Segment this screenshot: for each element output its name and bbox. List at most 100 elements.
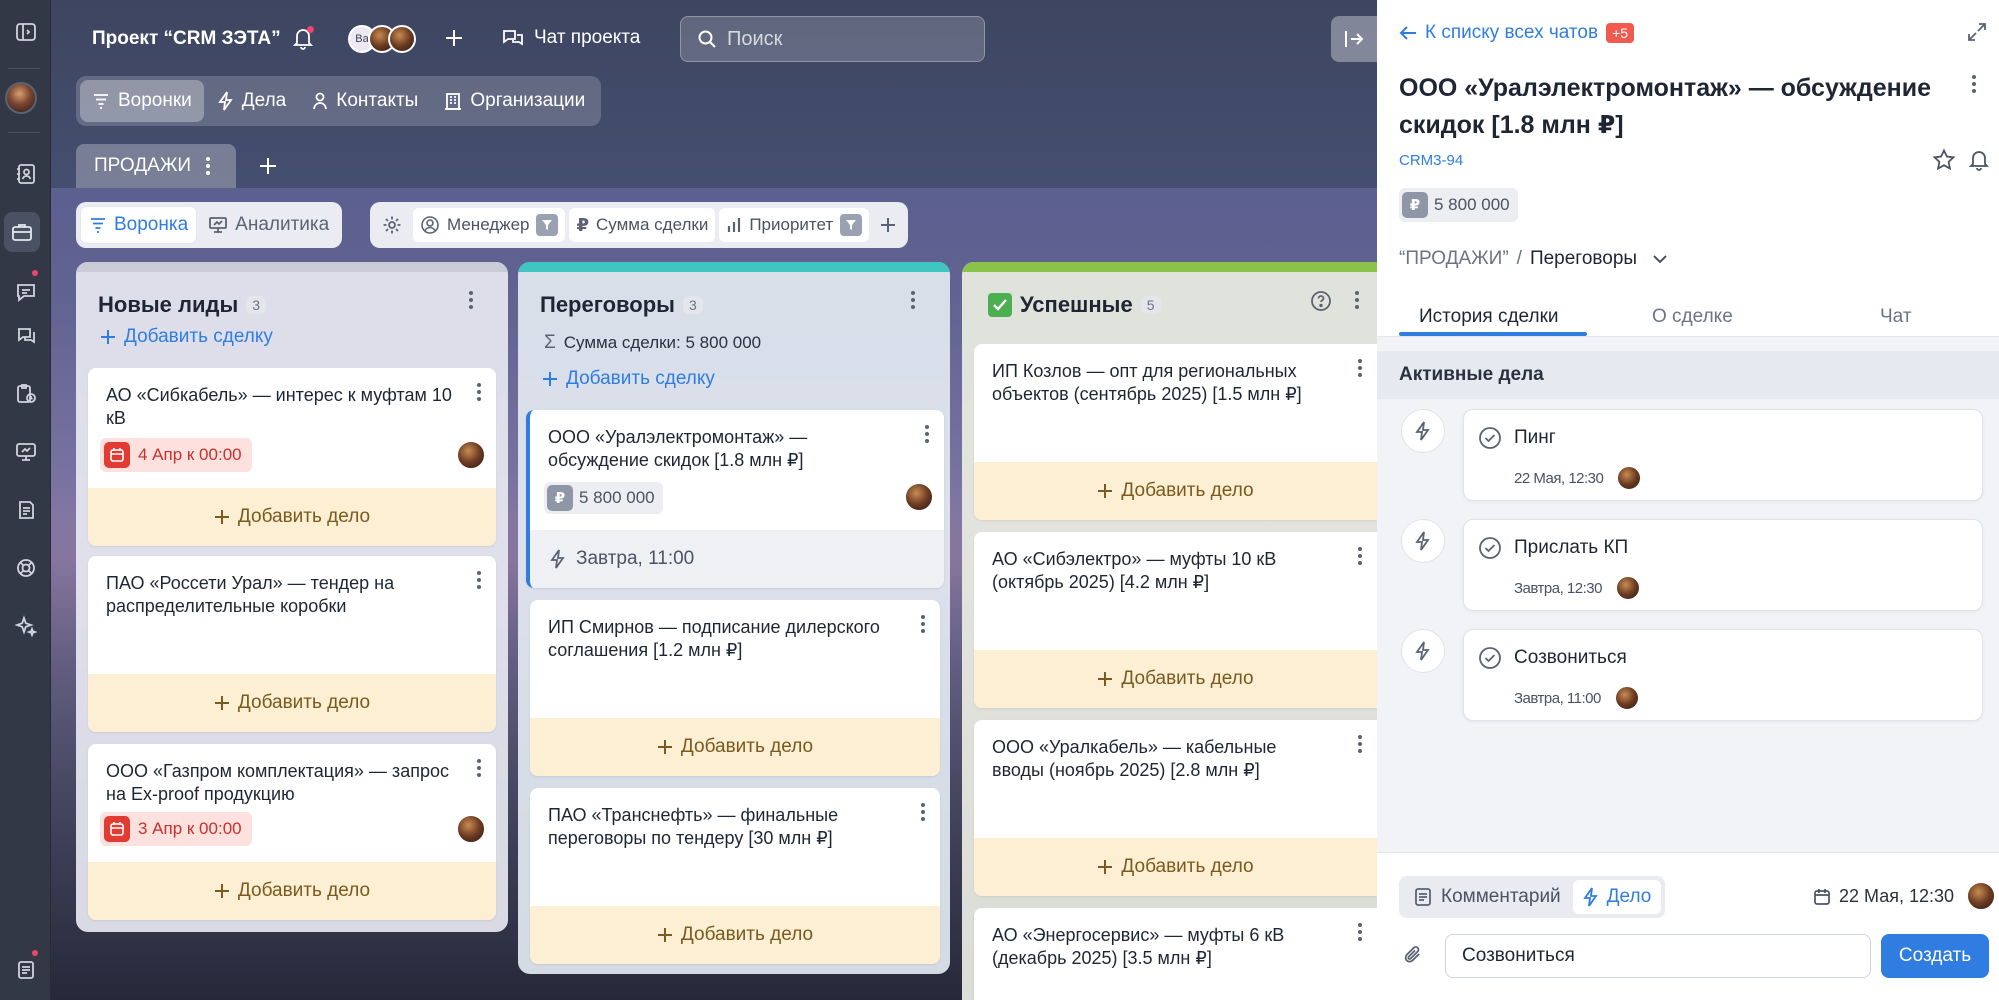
ai-sparkle-icon[interactable] <box>0 606 51 646</box>
project-title[interactable]: Проект “CRM ЗЭТА” <box>92 28 281 50</box>
star-icon[interactable] <box>1932 148 1956 172</box>
filter-icon[interactable] <box>840 214 863 236</box>
deal-card[interactable]: ПАО «Транснефть» — финальные переговоры … <box>530 788 940 964</box>
card-menu-icon[interactable] <box>920 802 926 822</box>
task-input[interactable]: Созвониться <box>1445 934 1871 978</box>
plus-icon <box>214 695 230 711</box>
deal-card[interactable]: ООО «Газпром комплектация» — запрос на E… <box>88 744 496 920</box>
help-icon[interactable] <box>1310 290 1332 312</box>
check-circle-icon[interactable] <box>1478 646 1502 670</box>
bell-icon[interactable] <box>1969 149 1989 171</box>
participants-avatars[interactable]: Ba <box>348 25 416 53</box>
building-icon <box>444 92 462 110</box>
activity-card[interactable]: Созвониться Завтра, 11:00 <box>1463 629 1983 721</box>
more-vertical-icon[interactable] <box>205 156 211 176</box>
card-menu-icon[interactable] <box>924 424 930 444</box>
paperclip-icon[interactable] <box>1403 944 1423 966</box>
filter-priority[interactable]: Приоритет <box>719 208 870 242</box>
project-chat-button[interactable]: Чат проекта <box>502 27 640 49</box>
deal-card[interactable]: ИП Смирнов — подписание дилерского согла… <box>530 600 940 776</box>
tab-chat[interactable]: Чат <box>1880 306 1912 328</box>
card-menu-icon[interactable] <box>1357 922 1363 942</box>
add-task-button[interactable]: Добавить дело <box>88 488 496 546</box>
user-avatar[interactable] <box>5 82 37 114</box>
filters-bar: Менеджер ₽ Сумма сделки Приоритет <box>370 202 909 248</box>
card-menu-icon[interactable] <box>1357 358 1363 378</box>
expand-icon[interactable] <box>1967 22 1987 42</box>
card-menu-icon[interactable] <box>1357 734 1363 754</box>
documents-icon[interactable] <box>0 490 51 530</box>
stage-selector[interactable]: “ПРОДАЖИ” / Переговоры <box>1399 248 1667 270</box>
add-deal-button[interactable]: Добавить сделку <box>100 326 273 348</box>
tab-about-deal[interactable]: О сделке <box>1652 306 1733 328</box>
deal-id-link[interactable]: CRM3-94 <box>1399 152 1463 169</box>
deal-card[interactable]: ИП Козлов — опт для региональных объекто… <box>974 344 1377 520</box>
card-menu-icon[interactable] <box>476 758 482 778</box>
check-circle-icon[interactable] <box>1478 536 1502 560</box>
deals-briefcase-icon[interactable] <box>4 212 40 252</box>
nav-contacts[interactable]: Контакты <box>300 80 430 122</box>
card-menu-icon[interactable] <box>920 614 926 634</box>
search-input[interactable]: Поиск <box>680 16 985 62</box>
mode-task-button[interactable]: Дело <box>1572 880 1662 914</box>
view-funnel-button[interactable]: Воронка <box>81 207 197 243</box>
deal-card-selected[interactable]: ООО «Уралэлектромонтаж» — обсуждение ски… <box>526 410 944 588</box>
add-task-button[interactable]: Добавить дело <box>974 838 1377 896</box>
contacts-book-icon[interactable] <box>0 154 51 194</box>
filter-deal-sum[interactable]: ₽ Сумма сделки <box>569 208 716 242</box>
deal-card[interactable]: АО «Сибэлектро» — муфты 10 кВ (октябрь 2… <box>974 532 1377 708</box>
column-negotiations: Переговоры 3 Σ Сумма сделки: 5 800 000 Д… <box>518 262 950 974</box>
card-menu-icon[interactable] <box>1357 546 1363 566</box>
messages-icon[interactable] <box>0 316 51 356</box>
deal-card[interactable]: АО «Энергосервис» — муфты 6 кВ (декабрь … <box>974 908 1377 1000</box>
add-participant-icon[interactable] <box>444 28 464 48</box>
support-lifebuoy-icon[interactable] <box>0 548 51 588</box>
activity-area: Активные дела Пинг 22 Мая, 12:30 Прислат… <box>1377 337 1999 852</box>
card-menu-icon[interactable] <box>476 382 482 402</box>
add-task-button[interactable]: Добавить дело <box>530 718 940 776</box>
deal-card[interactable]: ООО «Уралкабель» — кабельные вводы (нояб… <box>974 720 1377 896</box>
nav-organizations[interactable]: Организации <box>432 80 597 122</box>
nav-funnels[interactable]: Воронки <box>80 80 204 122</box>
add-deal-button[interactable]: Добавить сделку <box>542 368 715 390</box>
notes-icon[interactable] <box>0 950 51 990</box>
column-menu-icon[interactable] <box>910 290 916 310</box>
activity-card[interactable]: Прислать КП Завтра, 12:30 <box>1463 519 1983 611</box>
add-task-button[interactable]: Добавить дело <box>88 674 496 732</box>
collapse-panel-button[interactable] <box>1331 16 1377 62</box>
tasks-clock-icon[interactable] <box>0 374 51 414</box>
create-button[interactable]: Создать <box>1881 934 1989 978</box>
deal-card[interactable]: АО «Сибкабель» — интерес к муфтам 10 кВ … <box>88 368 496 546</box>
chat-icon[interactable] <box>0 272 51 312</box>
due-date-picker[interactable]: 22 Мая, 12:30 <box>1813 886 1954 907</box>
check-circle-icon[interactable] <box>1478 426 1502 450</box>
sidebar-toggle-icon[interactable] <box>0 12 51 52</box>
deal-detail-panel: К списку всех чатов +5 ООО «Уралэлектром… <box>1377 0 1999 1000</box>
presentation-icon[interactable] <box>0 432 51 472</box>
notes-unread-dot <box>32 950 38 956</box>
add-pipeline-icon[interactable] <box>258 156 278 176</box>
next-task[interactable]: Завтра, 11:00 <box>530 530 944 588</box>
add-task-button[interactable]: Добавить дело <box>88 862 496 920</box>
add-task-button[interactable]: Добавить дело <box>974 462 1377 520</box>
back-to-chats-link[interactable]: К списку всех чатов +5 <box>1399 22 1635 44</box>
pipeline-tab-sales[interactable]: ПРОДАЖИ <box>76 144 236 188</box>
card-menu-icon[interactable] <box>476 570 482 590</box>
activity-card[interactable]: Пинг 22 Мая, 12:30 <box>1463 409 1983 501</box>
add-task-button[interactable]: Добавить дело <box>530 906 940 964</box>
settings-gear-icon[interactable] <box>375 208 409 242</box>
nav-tasks[interactable]: Дела <box>206 80 298 122</box>
deal-card[interactable]: ПАО «Россети Урал» — тендер на распредел… <box>88 556 496 732</box>
column-menu-icon[interactable] <box>468 290 474 310</box>
filter-manager[interactable]: Менеджер <box>413 208 566 242</box>
assignee-avatar[interactable] <box>1967 882 1995 910</box>
add-task-button[interactable]: Добавить дело <box>974 650 1377 708</box>
tab-deal-history[interactable]: История сделки <box>1419 306 1559 328</box>
column-menu-icon[interactable] <box>1354 290 1360 310</box>
view-analytics-button[interactable]: Аналитика <box>200 207 337 243</box>
column-sum: Σ Сумма сделки: 5 800 000 <box>544 332 762 353</box>
add-filter-icon[interactable] <box>873 208 903 242</box>
panel-menu-icon[interactable] <box>1971 74 1977 94</box>
filter-icon[interactable] <box>536 214 559 236</box>
mode-comment-button[interactable]: Комментарий <box>1403 880 1571 914</box>
